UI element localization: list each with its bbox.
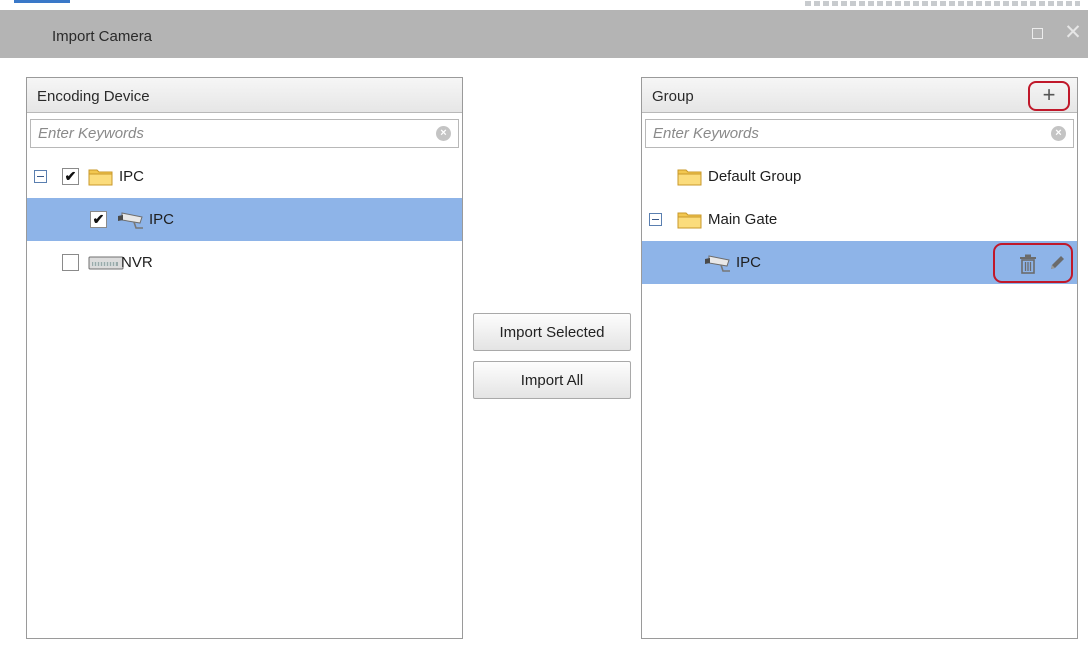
clear-search-icon[interactable]: × (1051, 126, 1066, 141)
tree-node-label: IPC (736, 254, 762, 271)
clear-search-icon[interactable]: × (436, 126, 451, 141)
dialog-title-bar[interactable]: Import Camera ✕ (0, 10, 1088, 58)
group-header: Group + (642, 78, 1077, 113)
import-all-button[interactable]: Import All (473, 361, 631, 399)
folder-icon (88, 169, 113, 186)
tree-node-label: Default Group (708, 168, 802, 185)
tree-node-default-group[interactable]: Default Group (642, 155, 1077, 198)
encoding-device-title: Encoding Device (37, 88, 150, 105)
pencil-icon[interactable] (1047, 253, 1067, 273)
group-title: Group (652, 88, 694, 105)
tree-node-label: Main Gate (708, 211, 778, 228)
collapse-toggle-icon[interactable] (649, 213, 662, 226)
tree-node-ipc-camera[interactable]: IPC (642, 241, 1077, 284)
encoding-device-search: × (30, 119, 459, 148)
camera-icon (705, 255, 730, 272)
background-app-strip (0, 0, 1088, 10)
collapse-toggle-icon[interactable] (34, 170, 47, 183)
row-action-group (993, 243, 1073, 283)
dialog-title: Import Camera (52, 28, 153, 45)
encoding-device-panel: Encoding Device × ✔ IPC ✔ IPC (26, 77, 463, 639)
tree-node-label: IPC (119, 168, 145, 185)
maximize-icon (1031, 28, 1043, 39)
tree-node-ipc-folder[interactable]: ✔ IPC (27, 155, 462, 198)
tree-node-label: NVR (121, 254, 153, 271)
trash-icon[interactable] (1019, 254, 1037, 274)
group-search-input[interactable] (646, 120, 1073, 147)
group-search: × (645, 119, 1074, 148)
plus-icon: + (1042, 82, 1056, 107)
nvr-icon (88, 256, 124, 270)
folder-icon (677, 169, 702, 186)
checkbox-ipc-camera[interactable]: ✔ (90, 211, 107, 228)
tree-node-main-gate[interactable]: Main Gate (642, 198, 1077, 241)
close-icon: ✕ (1064, 21, 1082, 44)
maximize-button[interactable] (1026, 22, 1048, 44)
background-text (805, 1, 1080, 6)
encoding-device-header: Encoding Device (27, 78, 462, 113)
checkbox-nvr[interactable] (62, 254, 79, 271)
tree-node-ipc-camera[interactable]: ✔ IPC (27, 198, 462, 241)
folder-icon (677, 212, 702, 229)
encoding-device-tree: ✔ IPC ✔ IPC NVR (27, 155, 462, 284)
group-panel: Group + × Default Group Main Gate (641, 77, 1078, 639)
group-tree: Default Group Main Gate IPC (642, 155, 1077, 284)
checkbox-ipc-folder[interactable]: ✔ (62, 168, 79, 185)
add-group-button[interactable]: + (1028, 81, 1070, 111)
tree-node-label: IPC (149, 211, 175, 228)
close-button[interactable]: ✕ (1062, 22, 1084, 44)
import-selected-button[interactable]: Import Selected (473, 313, 631, 351)
tree-node-nvr[interactable]: NVR (27, 241, 462, 284)
background-tab-indicator (14, 0, 70, 3)
encoding-device-search-input[interactable] (31, 120, 458, 147)
camera-icon (118, 212, 143, 229)
